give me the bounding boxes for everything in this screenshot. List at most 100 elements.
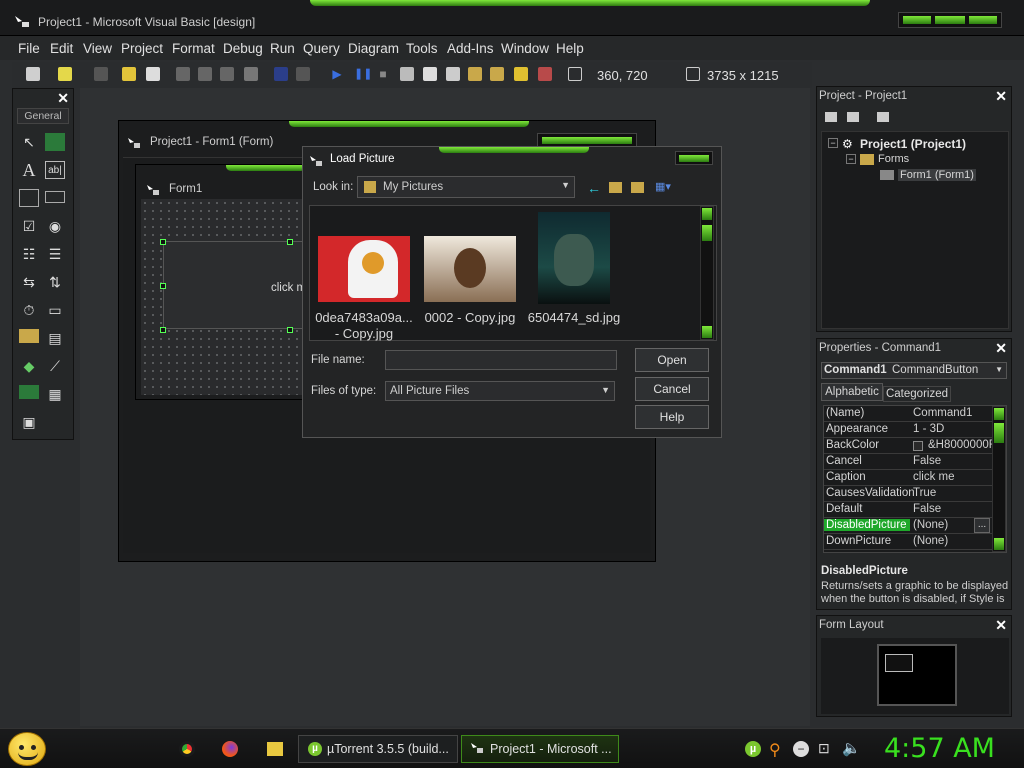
- property-row[interactable]: CausesValidation True: [824, 486, 992, 502]
- cancel-button[interactable]: Cancel: [635, 377, 709, 401]
- firefox-icon[interactable]: [222, 741, 238, 757]
- new-folder-icon[interactable]: [631, 182, 644, 193]
- object-browser-icon[interactable]: [468, 67, 482, 81]
- undo-icon[interactable]: [274, 67, 288, 81]
- resize-handle[interactable]: [160, 327, 166, 333]
- tab-categorized[interactable]: Categorized: [883, 386, 951, 402]
- form1[interactable]: Form1 click m: [135, 164, 315, 400]
- image-icon[interactable]: [19, 385, 39, 399]
- property-row[interactable]: (Name) Command1: [824, 406, 992, 422]
- view-object-icon[interactable]: [847, 112, 859, 122]
- up-folder-icon[interactable]: [609, 182, 622, 193]
- cut-icon[interactable]: [176, 67, 190, 81]
- chrome-icon[interactable]: [179, 741, 195, 757]
- menu-editor-icon[interactable]: [94, 67, 108, 81]
- data-view-icon[interactable]: [514, 67, 528, 81]
- expand-icon[interactable]: −: [846, 154, 856, 164]
- object-dropdown[interactable]: Command1 CommandButton ▼: [821, 362, 1007, 379]
- shape-icon[interactable]: ◆: [19, 357, 39, 375]
- help-button[interactable]: Help: [635, 405, 709, 429]
- property-row[interactable]: Appearance 1 - 3D: [824, 422, 992, 438]
- file-name-input[interactable]: [385, 350, 617, 370]
- tree-form1-item[interactable]: Form1 (Form1): [898, 169, 976, 181]
- resize-handle[interactable]: [160, 239, 166, 245]
- menu-add-ins[interactable]: Add-Ins: [447, 41, 494, 56]
- filelistbox-icon[interactable]: ▤: [45, 329, 65, 347]
- label-icon[interactable]: A: [19, 161, 39, 179]
- property-row[interactable]: DownPicture (None): [824, 534, 992, 550]
- toolbox-icon[interactable]: [490, 67, 504, 81]
- menu-debug[interactable]: Debug: [223, 41, 263, 56]
- textbox-icon[interactable]: ab|: [45, 161, 65, 179]
- resize-handle[interactable]: [287, 327, 293, 333]
- volume-icon[interactable]: 🔈: [842, 739, 861, 757]
- optionbutton-icon[interactable]: ◉: [45, 217, 65, 235]
- property-row-selected[interactable]: DisabledPicture (None)...: [824, 518, 992, 534]
- tree-forms-folder[interactable]: Forms: [878, 153, 909, 165]
- minus-tray-icon[interactable]: −: [793, 741, 809, 757]
- file-thumbnail[interactable]: [424, 236, 516, 302]
- toolbox-tab-general[interactable]: General: [17, 108, 69, 124]
- start-button[interactable]: [8, 732, 46, 766]
- resize-handle[interactable]: [160, 283, 166, 289]
- open-project-icon[interactable]: [122, 67, 136, 81]
- commandbutton-icon[interactable]: [45, 191, 65, 203]
- hscrollbar-icon[interactable]: ⇆: [19, 273, 39, 291]
- combobox-icon[interactable]: ☷: [19, 245, 39, 263]
- line-icon[interactable]: ⟋: [45, 357, 65, 375]
- menu-tools[interactable]: Tools: [406, 41, 438, 56]
- close-icon[interactable]: ✕: [995, 88, 1007, 105]
- file-list-scrollbar[interactable]: [700, 206, 714, 340]
- menu-project[interactable]: Project: [121, 41, 163, 56]
- property-row[interactable]: Caption click me: [824, 470, 992, 486]
- taskbar-utorrent[interactable]: µTorrent 3.5.5 (build...: [298, 735, 458, 763]
- utorrent-tray-icon[interactable]: µ: [745, 741, 761, 757]
- menu-edit[interactable]: Edit: [50, 41, 73, 56]
- add-form-icon[interactable]: [58, 67, 72, 81]
- timer-icon[interactable]: ⏱: [19, 301, 39, 319]
- menu-diagram[interactable]: Diagram: [348, 41, 399, 56]
- properties-window-icon[interactable]: [423, 67, 437, 81]
- paste-icon[interactable]: [220, 67, 234, 81]
- menu-run[interactable]: Run: [270, 41, 295, 56]
- taskbar-visual-basic[interactable]: Project1 - Microsoft ...: [461, 735, 619, 763]
- break-icon[interactable]: ❚❚: [354, 67, 372, 81]
- find-icon[interactable]: [244, 67, 258, 81]
- file-explorer-icon[interactable]: [267, 742, 283, 756]
- picturebox-icon[interactable]: [45, 133, 65, 151]
- menu-view[interactable]: View: [83, 41, 112, 56]
- file-thumbnail[interactable]: [538, 212, 610, 304]
- menu-help[interactable]: Help: [556, 41, 584, 56]
- frame-icon[interactable]: [19, 189, 39, 207]
- minimize-button[interactable]: [903, 16, 931, 24]
- ellipsis-button[interactable]: ...: [974, 518, 990, 533]
- property-row[interactable]: Default False: [824, 502, 992, 518]
- copy-icon[interactable]: [198, 67, 212, 81]
- view-code-icon[interactable]: [825, 112, 837, 122]
- file-thumbnail[interactable]: [318, 236, 410, 302]
- dirlistbox-icon[interactable]: [19, 329, 39, 343]
- project-explorer-icon[interactable]: [400, 67, 414, 81]
- tab-alphabetic[interactable]: Alphabetic: [821, 383, 883, 401]
- close-icon[interactable]: ✕: [57, 90, 69, 107]
- tree-project-root[interactable]: Project1 (Project1): [860, 137, 966, 151]
- form-layout-icon[interactable]: [446, 67, 460, 81]
- dialog-close-button[interactable]: [675, 151, 713, 165]
- menu-query[interactable]: Query: [303, 41, 340, 56]
- property-scrollbar[interactable]: [992, 406, 1006, 552]
- network-tray-icon[interactable]: ⊡: [818, 740, 830, 757]
- property-row[interactable]: Cancel False: [824, 454, 992, 470]
- toggle-folders-icon[interactable]: [877, 112, 889, 122]
- property-row[interactable]: BackColor &H8000000F: [824, 438, 996, 454]
- redo-icon[interactable]: [296, 67, 310, 81]
- ole-icon[interactable]: ▣: [19, 413, 39, 431]
- checkbox-icon[interactable]: ☑: [19, 217, 39, 235]
- menu-file[interactable]: File: [18, 41, 40, 56]
- open-button[interactable]: Open: [635, 348, 709, 372]
- expand-icon[interactable]: −: [828, 138, 838, 148]
- data-icon[interactable]: ▦: [45, 385, 65, 403]
- command1-button[interactable]: click m: [163, 241, 313, 329]
- menu-format[interactable]: Format: [172, 41, 215, 56]
- files-of-type-dropdown[interactable]: All Picture Files ▼: [385, 381, 615, 401]
- search-tray-icon[interactable]: ⚲: [769, 740, 781, 760]
